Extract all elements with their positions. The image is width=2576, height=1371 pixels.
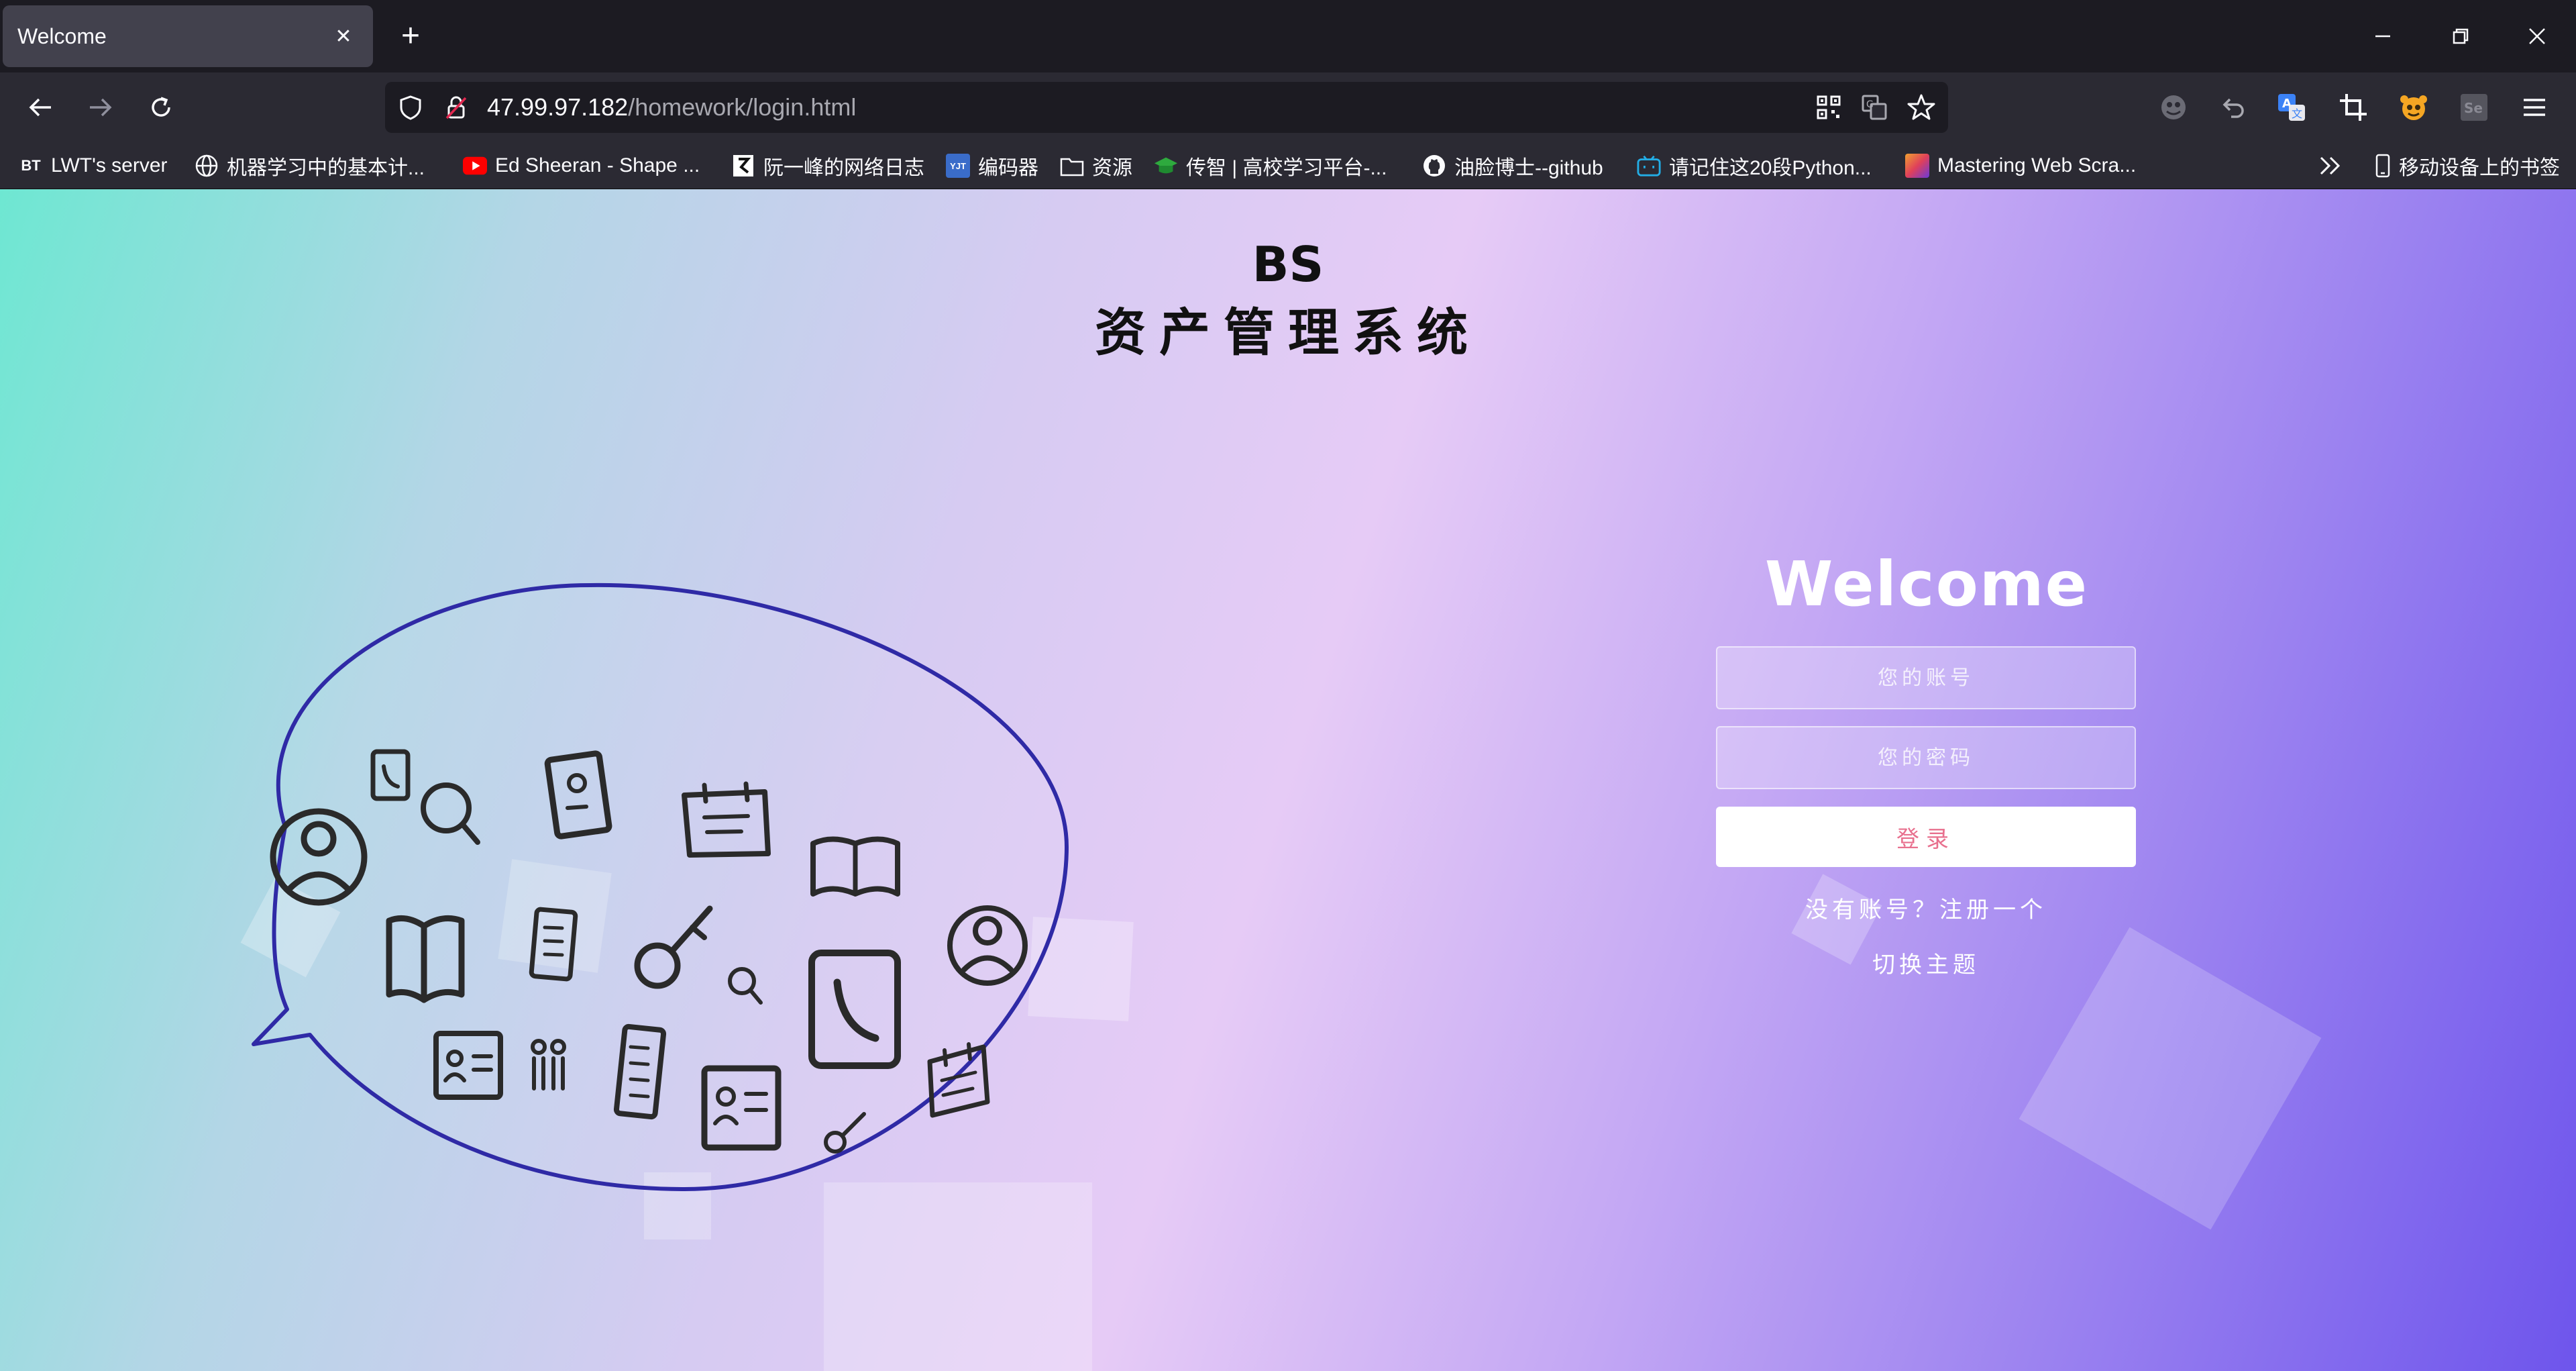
login-button[interactable]: 登录 xyxy=(1716,807,2136,867)
bookmark-item[interactable]: 机器学习中的基本计... xyxy=(195,142,425,189)
password-input[interactable] xyxy=(1716,726,2136,789)
tab-bar: Welcome ✕ + xyxy=(0,0,2576,72)
navigation-bar: 47.99.97.182/homework/login.html G A文 Se xyxy=(0,72,2576,142)
bt-icon: BT xyxy=(21,157,41,174)
bookmark-label: 移动设备上的书签 xyxy=(2399,157,2560,179)
account-input[interactable] xyxy=(1716,646,2136,709)
bookmark-item[interactable]: 阮一峰的网络日志 xyxy=(731,142,924,189)
svg-text:文: 文 xyxy=(2292,107,2302,120)
bookmark-item[interactable]: 资源 xyxy=(1060,142,1132,189)
ruanyifeng-icon xyxy=(731,154,755,178)
bookmark-label: Mastering Web Scra... xyxy=(1937,154,2137,176)
mobile-device-icon xyxy=(2371,154,2395,178)
bookmark-label: 机器学习中的基本计... xyxy=(227,157,425,179)
bookmark-item[interactable]: 请记住这20段Python... xyxy=(1637,142,1872,189)
url-path: /homework/login.html xyxy=(628,93,857,121)
reload-icon[interactable] xyxy=(144,90,178,125)
bookmark-item[interactable]: 油脸博士--github xyxy=(1422,142,1603,189)
yjt-icon: YJT xyxy=(946,154,970,178)
new-tab-icon[interactable]: + xyxy=(393,19,428,54)
svg-text:G: G xyxy=(1866,99,1874,110)
shield-icon[interactable] xyxy=(394,91,427,123)
bookmark-item[interactable]: 传智 | 高校学习平台-... xyxy=(1154,142,1387,189)
bookmark-label: Ed Sheeran - Shape ... xyxy=(495,154,700,176)
bookmark-item[interactable]: Mastering Web Scra... xyxy=(1905,142,2136,189)
window-close-icon[interactable] xyxy=(2520,19,2555,54)
menu-icon[interactable] xyxy=(2517,90,2552,125)
bookmark-label: 资源 xyxy=(1092,157,1132,179)
welcome-heading: Welcome xyxy=(1764,548,2089,620)
bilibili-icon xyxy=(1637,154,1661,178)
register-link[interactable]: 没有账号？注册一个 xyxy=(1716,891,2136,924)
crop-icon[interactable] xyxy=(2336,90,2371,125)
url-text[interactable]: 47.99.97.182/homework/login.html xyxy=(487,82,856,133)
bookmark-label: 传智 | 高校学习平台-... xyxy=(1186,157,1387,179)
bookmark-item[interactable]: YJT 编码器 xyxy=(946,142,1038,189)
tampermonkey-icon[interactable] xyxy=(2396,90,2431,125)
restore-icon[interactable] xyxy=(2443,19,2478,54)
back-arrow-icon[interactable] xyxy=(23,90,58,125)
system-title-abbr: BS xyxy=(1252,236,1324,293)
translate-extension-icon[interactable]: A文 xyxy=(2274,90,2309,125)
folder-icon xyxy=(1060,154,1084,178)
extension-avatar-icon[interactable] xyxy=(2156,90,2191,125)
tab-close-icon[interactable]: ✕ xyxy=(329,21,358,51)
undo-icon[interactable] xyxy=(2215,90,2250,125)
mobile-bookmarks[interactable]: 移动设备上的书签 xyxy=(2371,142,2560,189)
github-icon xyxy=(1422,154,1446,178)
bookmark-label: 请记住这20段Python... xyxy=(1669,157,1872,179)
more-bookmarks-icon[interactable] xyxy=(2317,142,2344,189)
tab-welcome[interactable]: Welcome ✕ xyxy=(3,5,373,67)
bookmark-item[interactable]: BT LWT's server xyxy=(19,142,168,189)
bookmark-label: 油脸博士--github xyxy=(1454,157,1603,179)
bookmark-label: 阮一峰的网络日志 xyxy=(763,157,924,179)
bookmark-item[interactable]: Ed Sheeran - Shape ... xyxy=(463,142,700,189)
bookmarks-bar: BT LWT's server 机器学习中的基本计... Ed Sheeran … xyxy=(0,142,2576,189)
translate-icon[interactable]: G xyxy=(1858,91,1890,123)
gradient-favicon-icon xyxy=(1905,154,1929,178)
switch-theme-link[interactable]: 切换主题 xyxy=(1716,946,2136,979)
bookmark-star-icon[interactable] xyxy=(1905,91,1937,123)
login-page: BS 资产管理系统 Welcome 您的账号 登录 没有账号？注册一个 切换主题 xyxy=(0,189,2576,1371)
bookmark-label: 编码器 xyxy=(978,157,1038,179)
globe-icon xyxy=(195,154,219,178)
bookmark-label: LWT's server xyxy=(51,154,168,176)
tab-title: Welcome xyxy=(17,23,107,48)
speech-bubble-illustration xyxy=(241,498,1100,1209)
insecure-lock-icon[interactable] xyxy=(440,91,472,123)
forward-arrow-icon[interactable] xyxy=(83,90,118,125)
qr-code-icon[interactable] xyxy=(1813,91,1845,123)
selenium-icon[interactable]: Se xyxy=(2457,90,2491,125)
system-title: 资产管理系统 xyxy=(1095,303,1481,362)
minimize-icon[interactable] xyxy=(2365,19,2400,54)
url-host: 47.99.97.182 xyxy=(487,93,629,121)
decorative-square xyxy=(824,1182,1092,1371)
svg-text:Se: Se xyxy=(2464,100,2483,116)
youtube-icon xyxy=(463,154,487,178)
url-bar[interactable]: 47.99.97.182/homework/login.html G xyxy=(385,82,1948,133)
graduation-cap-icon xyxy=(1154,154,1178,178)
